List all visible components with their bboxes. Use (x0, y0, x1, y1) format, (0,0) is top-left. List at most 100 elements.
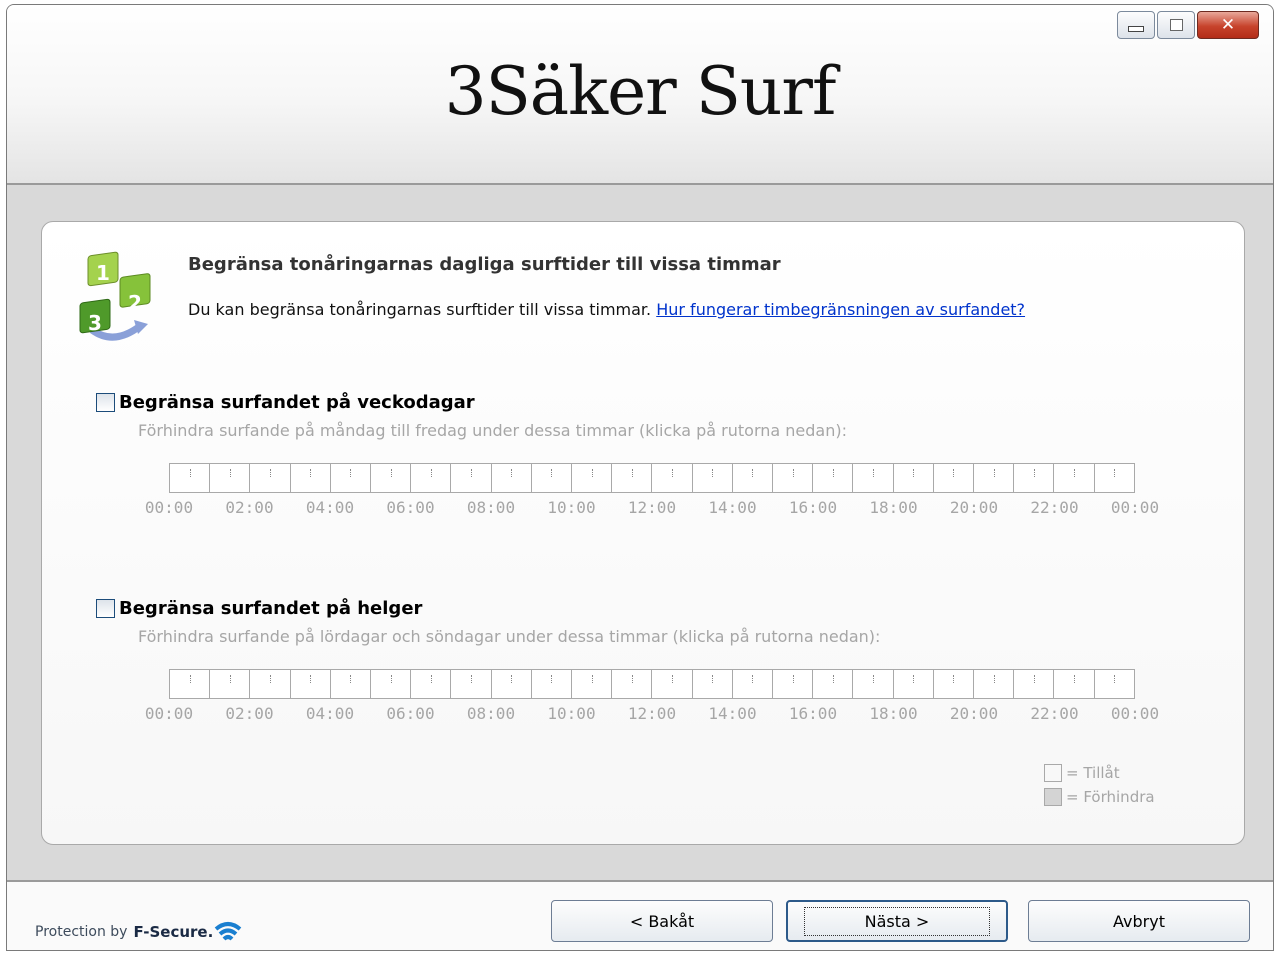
cancel-button[interactable]: Avbryt (1028, 900, 1250, 942)
hour-cell[interactable] (450, 464, 490, 492)
time-tick-label: 16:00 (788, 704, 838, 723)
weekdays-description: Förhindra surfande på måndag till fredag… (138, 421, 847, 440)
close-icon: ✕ (1220, 14, 1236, 35)
weekends-time-axis: 00:00 02:00 04:00 06:00 08:00 10:00 12:00 14:00… (128, 704, 1176, 724)
weekends-section: Begränsa surfandet på helger Förhindra s… (96, 598, 880, 646)
steps-icon: 1 2 3 (79, 251, 151, 341)
hour-cell[interactable] (731, 464, 772, 492)
hour-cell[interactable] (932, 464, 973, 492)
hour-cell[interactable] (691, 670, 732, 698)
time-tick-label: 18:00 (869, 498, 918, 517)
time-tick-label: 14:00 (708, 498, 757, 517)
time-tick-label: 02:00 (225, 498, 274, 517)
legend-block-label: = Förhindra (1066, 788, 1155, 806)
hour-cell[interactable] (370, 670, 410, 698)
footer: Protection by F-Secure. < Bakåt Nästa > … (7, 880, 1273, 950)
hour-cell[interactable] (772, 670, 812, 698)
time-tick-label: 18:00 (869, 704, 918, 723)
weekdays-section: Begränsa surfandet på veckodagar Förhind… (96, 392, 847, 440)
legend-block: = Förhindra (1044, 785, 1155, 809)
time-tick-label: 22:00 (1030, 498, 1079, 517)
time-tick-label: 20:00 (949, 704, 999, 723)
hour-cell[interactable] (1053, 464, 1093, 492)
hour-cell[interactable] (1093, 670, 1134, 698)
hour-cell[interactable] (973, 464, 1013, 492)
hour-cell[interactable] (249, 670, 289, 698)
hour-cell[interactable] (611, 464, 651, 492)
weekdays-checkbox[interactable] (96, 393, 115, 412)
hour-cell[interactable] (772, 464, 812, 492)
minimize-icon (1128, 26, 1144, 32)
hour-cell[interactable] (651, 464, 691, 492)
time-tick-label: 00:00 (1110, 498, 1160, 517)
hour-cell[interactable] (892, 670, 933, 698)
allow-swatch (1044, 764, 1062, 782)
legend: = Tillåt = Förhindra (1044, 761, 1155, 809)
hour-cell[interactable] (249, 464, 289, 492)
title-header: 3Säker Surf ✕ (7, 5, 1273, 185)
maximize-button[interactable] (1157, 11, 1195, 39)
hour-cell[interactable] (1093, 464, 1134, 492)
hour-cell[interactable] (852, 670, 892, 698)
hour-cell[interactable] (812, 464, 852, 492)
time-tick-label: 22:00 (1030, 704, 1079, 723)
hour-cell[interactable] (370, 464, 410, 492)
time-tick-label: 20:00 (949, 498, 999, 517)
weekends-checkbox[interactable] (96, 599, 115, 618)
time-tick-label: 14:00 (708, 704, 757, 723)
next-button-label: Nästa > (803, 906, 991, 936)
hour-cell[interactable] (973, 670, 1013, 698)
hour-cell[interactable] (530, 670, 571, 698)
hour-cell[interactable] (1053, 670, 1093, 698)
protection-text: Protection by (35, 924, 128, 940)
hour-cell[interactable] (170, 464, 209, 492)
hour-cell[interactable] (450, 670, 490, 698)
hour-cell[interactable] (490, 670, 531, 698)
brand: Protection by F-Secure. (35, 920, 243, 944)
page-description: Du kan begränsa tonåringarnas surftider … (188, 300, 1025, 319)
time-tick-label: 16:00 (788, 498, 838, 517)
hour-cell[interactable] (410, 670, 450, 698)
close-button[interactable]: ✕ (1197, 11, 1259, 39)
hour-cell[interactable] (571, 670, 611, 698)
hour-cell[interactable] (691, 464, 732, 492)
time-tick-label: 08:00 (466, 498, 516, 517)
weekdays-hour-grid[interactable] (169, 463, 1135, 493)
hour-cell[interactable] (892, 464, 933, 492)
help-link[interactable]: Hur fungerar timbegränsningen av surfand… (656, 300, 1025, 319)
back-button[interactable]: < Bakåt (551, 900, 773, 942)
legend-allow: = Tillåt (1044, 761, 1155, 785)
hour-cell[interactable] (530, 464, 571, 492)
hour-cell[interactable] (571, 464, 611, 492)
weekends-label[interactable]: Begränsa surfandet på helger (119, 598, 422, 619)
hour-cell[interactable] (852, 464, 892, 492)
hour-cell[interactable] (289, 670, 330, 698)
weekends-hour-grid[interactable] (169, 669, 1135, 699)
time-tick-label: 10:00 (547, 704, 596, 723)
hour-cell[interactable] (611, 670, 651, 698)
step-2-digit: 2 (128, 291, 142, 315)
time-tick-label: 00:00 (144, 704, 194, 723)
hour-cell[interactable] (932, 670, 973, 698)
hour-cell[interactable] (1013, 464, 1053, 492)
next-button[interactable]: Nästa > (786, 900, 1008, 942)
time-tick-label: 04:00 (305, 704, 355, 723)
hour-cell[interactable] (289, 464, 330, 492)
hour-cell[interactable] (410, 464, 450, 492)
hour-cell[interactable] (329, 464, 370, 492)
hour-cell[interactable] (209, 670, 249, 698)
weekdays-label[interactable]: Begränsa surfandet på veckodagar (119, 392, 475, 413)
weekdays-time-axis: 00:00 02:00 04:00 06:00 08:00 10:00 12:00 14:00… (128, 498, 1176, 518)
hour-cell[interactable] (329, 670, 370, 698)
minimize-button[interactable] (1117, 11, 1155, 39)
hour-cell[interactable] (812, 670, 852, 698)
hour-cell[interactable] (731, 670, 772, 698)
hour-cell[interactable] (170, 670, 209, 698)
time-tick-label: 06:00 (386, 704, 435, 723)
time-tick-label: 08:00 (466, 704, 516, 723)
hour-cell[interactable] (490, 464, 531, 492)
hour-cell[interactable] (209, 464, 249, 492)
block-swatch (1044, 788, 1062, 806)
hour-cell[interactable] (651, 670, 691, 698)
hour-cell[interactable] (1013, 670, 1053, 698)
